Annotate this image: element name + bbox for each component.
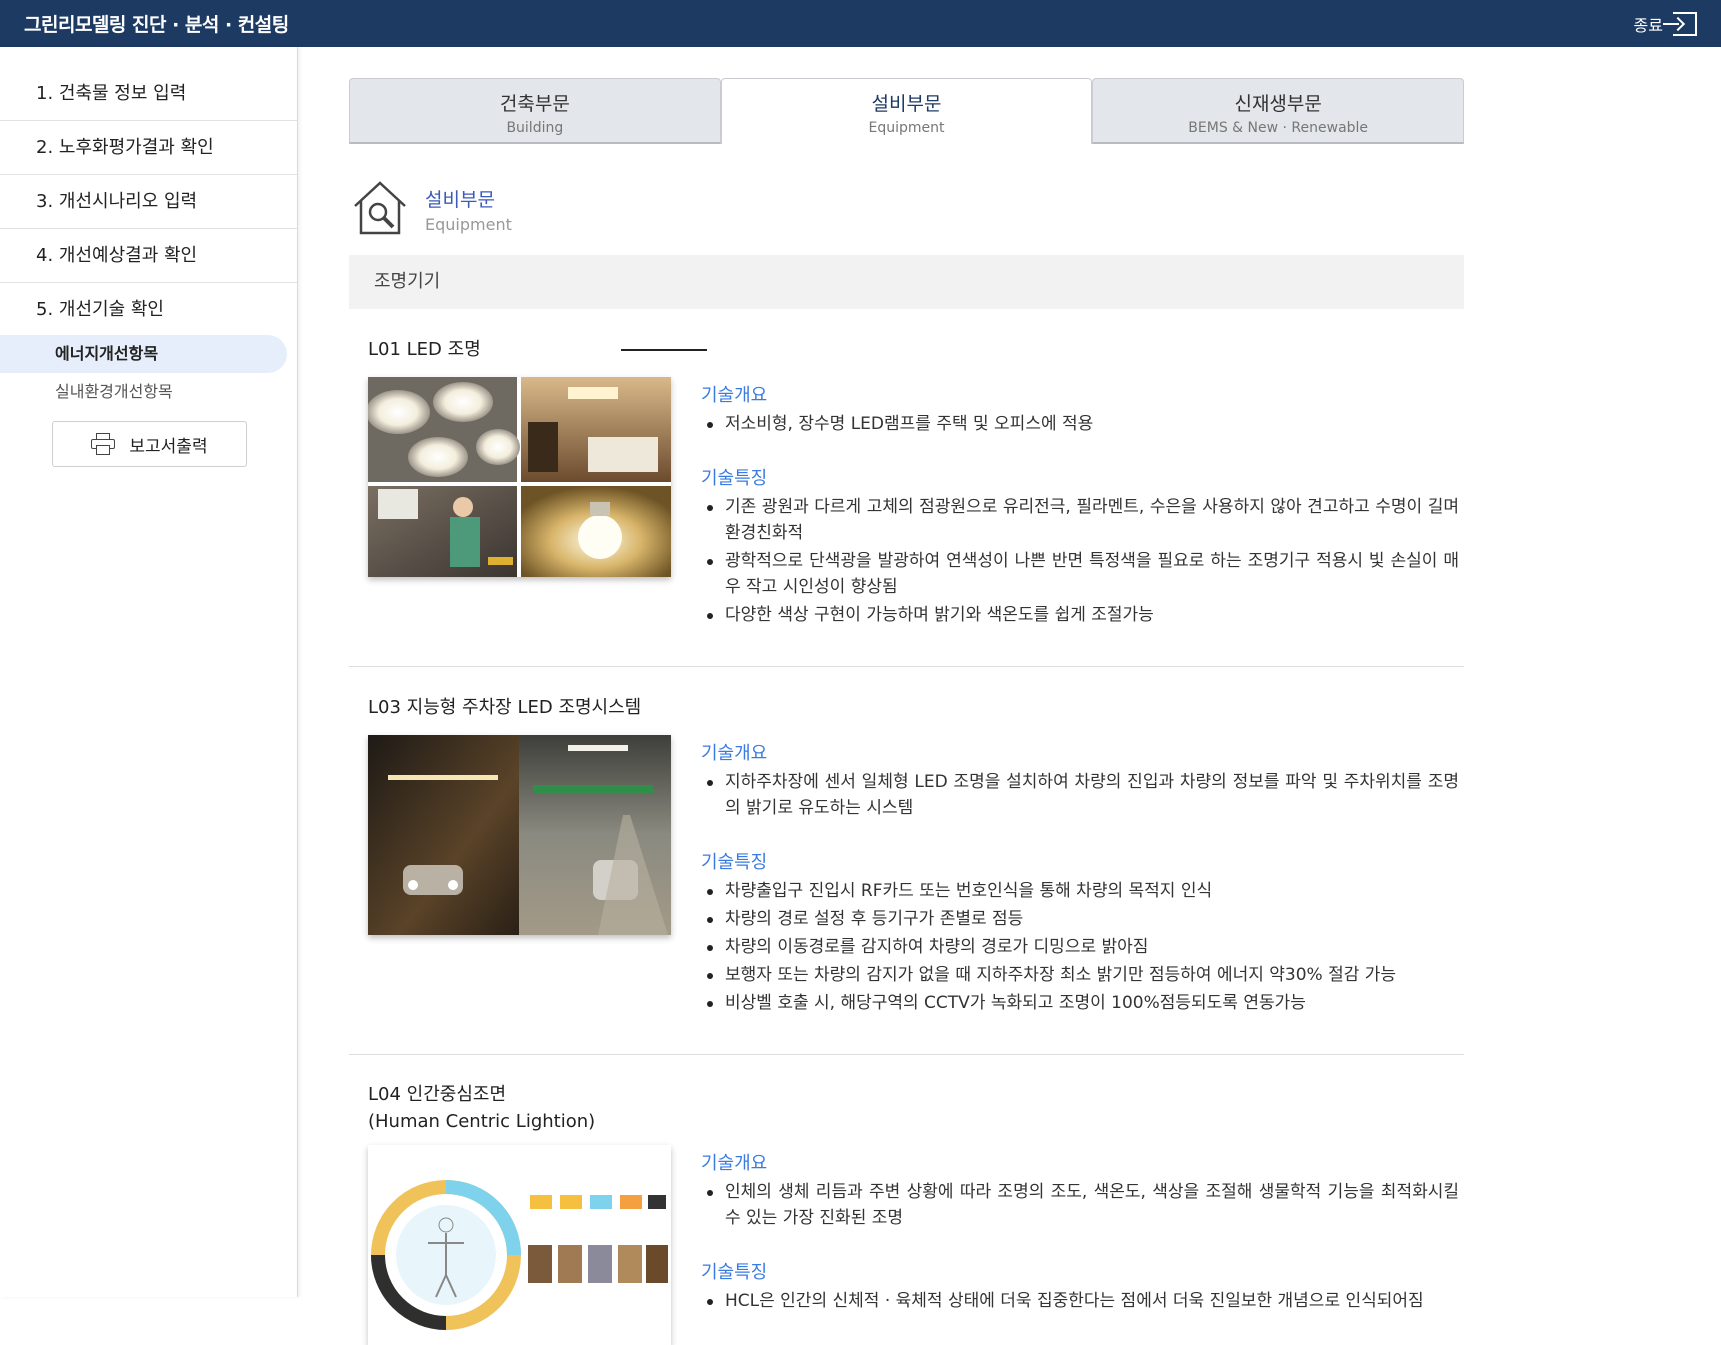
- led-lighting-image: [368, 377, 671, 577]
- sidebar-subitem-energy[interactable]: 에너지개선항목: [0, 335, 287, 373]
- tab-building[interactable]: 건축부문 Building: [349, 78, 721, 144]
- tech-features-label: 기술특징: [701, 852, 768, 873]
- app-title: 그린리모델링 진단 · 분석 · 컨설팅: [24, 14, 289, 36]
- sidebar-subitem-indoor[interactable]: 실내환경개선항목: [0, 373, 287, 411]
- list-item: 인체의 생체 리듬과 주변 상황에 따라 조명의 조도, 색온도, 색상을 조절…: [701, 1179, 1459, 1231]
- sidebar: 1. 건축물 정보 입력 2. 노후화평가결과 확인 3. 개선시나리오 입력 …: [0, 47, 298, 1297]
- exit-label: 종료: [1633, 15, 1663, 35]
- list-item: 보행자 또는 차량의 감지가 없을 때 지하주차장 최소 밝기만 점등하여 에너…: [701, 962, 1459, 988]
- tech-title: L01 LED 조명: [368, 335, 1464, 361]
- tech-overview-label: 기술개요: [701, 743, 768, 764]
- tab-building-label: 건축부문: [499, 93, 570, 115]
- list-item: 저소비형, 장수명 LED램프를 주택 및 오피스에 적용: [701, 411, 1459, 437]
- tab-renewable-sub: BEMS & New · Renewable: [1188, 120, 1369, 136]
- list-item: 차량의 이동경로를 감지하여 차량의 경로가 디밍으로 밝아짐: [701, 934, 1459, 960]
- tech-overview-list: 지하주차장에 센서 일체형 LED 조명을 설치하여 차량의 진입과 차량의 정…: [701, 769, 1459, 821]
- section-subtitle: Equipment: [425, 215, 512, 234]
- tech-title: L03 지능형 주차장 LED 조명시스템: [368, 697, 642, 718]
- tech-features-list: 차량출입구 진입시 RF카드 또는 번호인식을 통해 차량의 목적지 인식 차량…: [701, 878, 1459, 1016]
- parking-lot-led-image: [368, 735, 671, 935]
- tech-overview-list: 인체의 생체 리듬과 주변 상황에 따라 조명의 조도, 색온도, 색상을 조절…: [701, 1179, 1459, 1231]
- list-item: 지하주차장에 센서 일체형 LED 조명을 설치하여 차량의 진입과 차량의 정…: [701, 769, 1459, 821]
- list-item: 기존 광원과 다르게 고체의 점광원으로 유리전극, 필라멘트, 수은을 사용하…: [701, 494, 1459, 546]
- sidebar-item-aging-result[interactable]: 2. 노후화평가결과 확인: [0, 121, 297, 175]
- list-item: 차량의 경로 설정 후 등기구가 존별로 점등: [701, 906, 1459, 932]
- tab-equipment[interactable]: 설비부문 Equipment: [720, 78, 1093, 144]
- tech-features-list: HCL은 인간의 신체적 · 육체적 상태에 더욱 집중한다는 점에서 더욱 진…: [701, 1288, 1459, 1314]
- list-item: 다양한 색상 구현이 가능하며 밝기와 색온도를 쉽게 조절가능: [701, 602, 1459, 628]
- tab-renewable-label: 신재생부문: [1234, 93, 1322, 115]
- sidebar-submenu: 에너지개선항목 실내환경개선항목: [0, 335, 297, 411]
- tab-equipment-label: 설비부문: [871, 93, 942, 115]
- tech-item-l03: L03 지능형 주차장 LED 조명시스템 기술개요 지하주차장에 센서 일체형…: [349, 667, 1464, 1055]
- house-wrench-icon: [354, 181, 406, 235]
- list-item: 비상벨 호출 시, 해당구역의 CCTV가 녹화되고 조명이 100%점등되도록…: [701, 990, 1459, 1016]
- tab-building-sub: Building: [506, 120, 564, 136]
- sidebar-item-expected-result[interactable]: 4. 개선예상결과 확인: [0, 229, 297, 283]
- list-item: HCL은 인간의 신체적 · 육체적 상태에 더욱 집중한다는 점에서 더욱 진…: [701, 1288, 1459, 1314]
- list-item: 광학적으로 단색광을 발광하여 연색성이 나쁜 반면 특정색을 필요로 하는 조…: [701, 548, 1459, 600]
- tech-features-label: 기술특징: [701, 1262, 768, 1283]
- tech-item-l04: L04 인간중심조면 (Human Centric Lightion) 기술개요…: [349, 1055, 1464, 1345]
- tab-equipment-sub: Equipment: [868, 120, 945, 136]
- tech-overview-label: 기술개요: [701, 385, 768, 406]
- report-print-label: 보고서출력: [129, 436, 208, 457]
- section-title: 설비부문: [425, 189, 495, 211]
- tech-item-l01: L01 LED 조명 기술개요 저소비형, 장수명 LED램프를 주택 및 오피…: [349, 309, 1464, 667]
- tech-features-label: 기술특징: [701, 468, 768, 489]
- main-content: 건축부문 Building 설비부문 Equipment 신재생부문 BEMS …: [349, 47, 1465, 1345]
- printer-icon: [91, 433, 116, 455]
- human-centric-lighting-image: [368, 1145, 671, 1345]
- exit-icon: [1663, 11, 1697, 36]
- tech-overview-list: 저소비형, 장수명 LED램프를 주택 및 오피스에 적용: [701, 411, 1459, 437]
- section-header: 설비부문 Equipment: [349, 179, 1464, 237]
- category-tabs: 건축부문 Building 설비부문 Equipment 신재생부문 BEMS …: [349, 78, 1465, 144]
- tab-renewable[interactable]: 신재생부문 BEMS & New · Renewable: [1092, 78, 1465, 144]
- sidebar-item-building-info[interactable]: 1. 건축물 정보 입력: [0, 67, 297, 121]
- sidebar-item-tech-check[interactable]: 5. 개선기술 확인: [0, 283, 297, 337]
- list-item: 차량출입구 진입시 RF카드 또는 번호인식을 통해 차량의 목적지 인식: [701, 878, 1459, 904]
- exit-button[interactable]: 종료: [1633, 11, 1697, 36]
- top-bar: 그린리모델링 진단 · 분석 · 컨설팅 종료: [0, 0, 1721, 47]
- sidebar-item-scenario-input[interactable]: 3. 개선시나리오 입력: [0, 175, 297, 229]
- tech-overview-label: 기술개요: [701, 1153, 768, 1174]
- report-print-button[interactable]: 보고서출력: [52, 421, 247, 467]
- tech-title: L04 인간중심조면 (Human Centric Lightion): [368, 1084, 596, 1132]
- tech-features-list: 기존 광원과 다르게 고체의 점광원으로 유리전극, 필라멘트, 수은을 사용하…: [701, 494, 1459, 628]
- category-header: 조명기기: [349, 255, 1464, 309]
